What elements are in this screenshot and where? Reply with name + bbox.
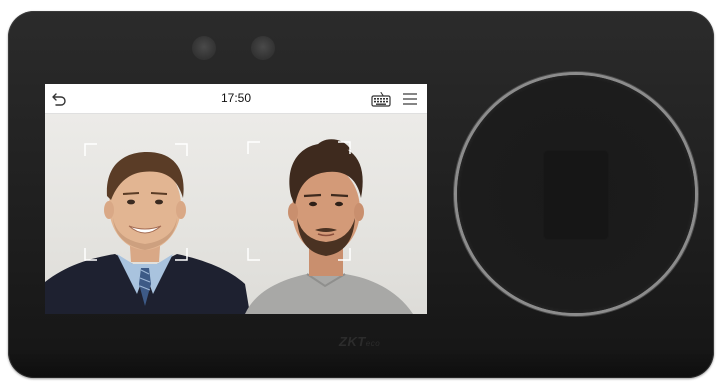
keyboard-icon[interactable] [371, 91, 391, 107]
touch-screen[interactable]: 17:50 [45, 84, 427, 314]
person-right-image [245, 139, 413, 314]
brand-logo-text: ZKT [339, 334, 366, 349]
fingerprint-reader-ring[interactable] [457, 75, 695, 313]
brand-logo-suffix: eco [365, 339, 381, 348]
camera-lens-left [192, 36, 216, 60]
terminal-device: 17:50 ZKTeco [8, 11, 714, 378]
camera-lens-right [251, 36, 275, 60]
brand-logo: ZKTeco [339, 334, 380, 349]
clock-time: 17:50 [220, 91, 252, 105]
camera-live-view [45, 114, 427, 314]
fingerprint-sensor-window[interactable] [543, 150, 609, 240]
hamburger-menu-icon[interactable] [402, 91, 418, 107]
status-bar: 17:50 [45, 84, 427, 114]
